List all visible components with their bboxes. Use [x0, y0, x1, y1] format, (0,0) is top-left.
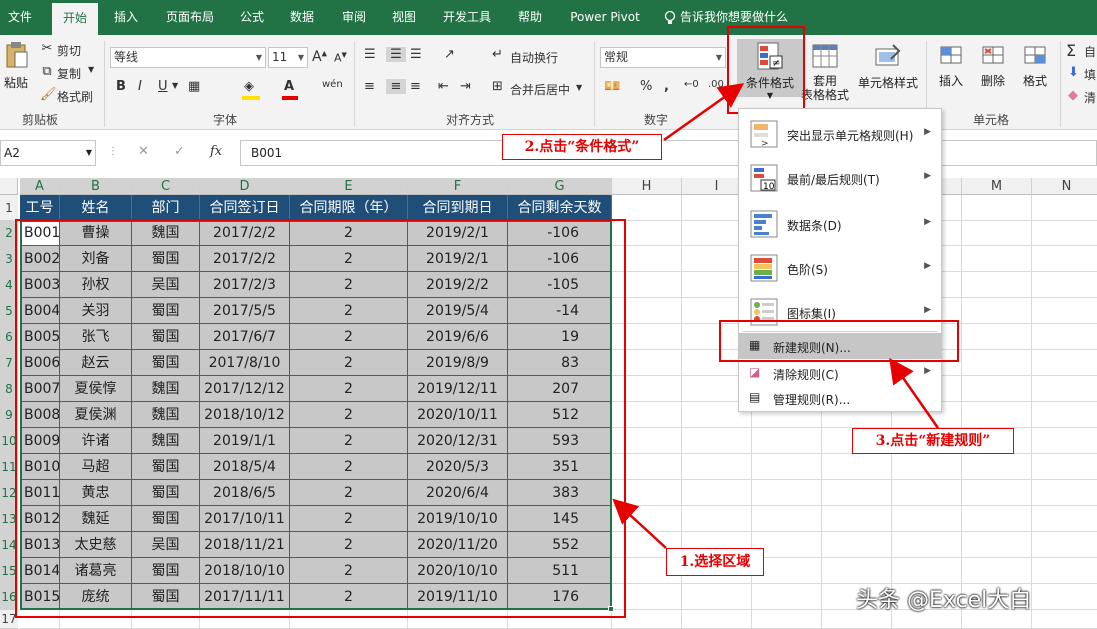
watermark: 头条 @Excel大白 [856, 588, 1032, 613]
callout-step3: 3.点击“新建规则” [852, 428, 1014, 454]
annotation-arrows [612, 83, 940, 549]
callout-step1: 1.选择区域 [666, 548, 764, 576]
arrow-step3 [889, 357, 940, 429]
callout-step2: 2.点击“条件格式” [502, 134, 662, 160]
arrow-step1 [612, 498, 667, 549]
arrow-step2 [663, 83, 745, 142]
